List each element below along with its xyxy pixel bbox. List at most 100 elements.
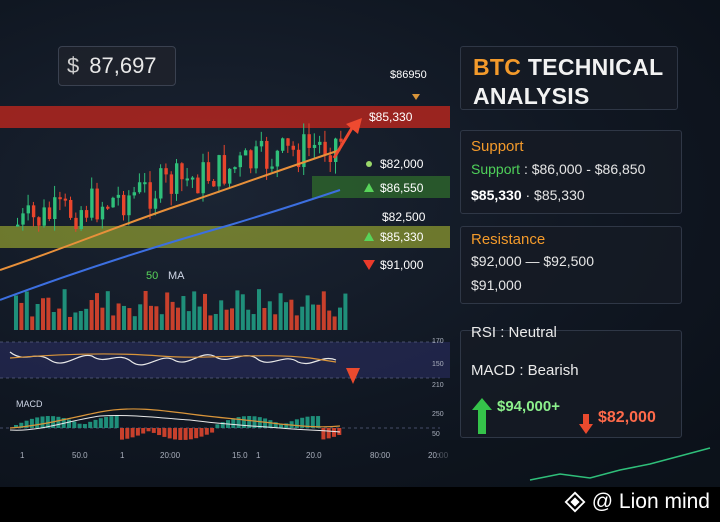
support-pair-value: · $85,330 [525, 187, 585, 203]
ma-label-value: 50 [146, 270, 159, 282]
macd-bar [188, 428, 193, 440]
candle-body [116, 194, 121, 198]
resistance-extra: $91,000 [471, 277, 522, 293]
volume-bar [240, 294, 245, 330]
macd-bar [215, 424, 220, 428]
macd-bar [231, 418, 236, 428]
volume-bars [14, 289, 348, 330]
volume-bar [116, 303, 121, 330]
candle-body [95, 188, 99, 220]
candle-body [79, 210, 83, 230]
candle-body [159, 168, 163, 199]
macd-bar [146, 428, 151, 432]
dot-level-label: $82,000 [380, 157, 424, 171]
macd-bar [77, 423, 82, 428]
macd-key: MACD [471, 362, 516, 379]
macd-bar [167, 428, 172, 439]
watermark: @ Lion mind [564, 490, 710, 514]
chart-frame: $ 87,697 $86950 $85,330 $82,000 $86,550 … [0, 0, 720, 487]
volume-bar [149, 305, 153, 330]
volume-bar [84, 308, 89, 330]
volume-bar [224, 309, 229, 330]
volume-bar [197, 306, 202, 330]
volume-bar [316, 304, 321, 330]
volume-bar [235, 290, 240, 330]
candle-body [249, 150, 253, 169]
macd-bar [56, 416, 61, 428]
axis-tick-right-2: 210 [432, 382, 444, 389]
candle-body [328, 155, 333, 162]
candle-body [222, 155, 227, 184]
macd-value: : Bearish [519, 362, 579, 379]
candle-body [243, 150, 248, 156]
macd-bar [40, 416, 45, 428]
candle-body [270, 166, 274, 169]
candle-body [180, 163, 184, 180]
candle-body [143, 182, 147, 185]
macd-bar [72, 421, 77, 428]
macd-bar [332, 428, 336, 437]
volume-bar [89, 300, 94, 330]
mini-chart-decoration [440, 440, 720, 487]
volume-bar [176, 307, 180, 330]
volume-bar [41, 298, 45, 330]
volume-bar [289, 299, 294, 330]
page-title-line-2: ANALYSIS [473, 83, 590, 109]
candle-body [217, 155, 221, 187]
volume-bar [19, 302, 24, 330]
resistance-range: $92,000 — $92,500 [471, 253, 594, 269]
macd-bar [199, 428, 204, 437]
axis-tick-right-3: 250 [432, 411, 444, 418]
candle-body [21, 213, 25, 225]
volume-bar [95, 293, 99, 330]
volume-bar [208, 315, 213, 330]
volume-bar [273, 314, 278, 330]
candle-body [318, 141, 322, 145]
volume-bar [14, 295, 18, 330]
macd-bar [326, 428, 331, 439]
candle-body [275, 150, 280, 167]
volume-bar [305, 295, 310, 330]
macd-row: MACD : Bearish [471, 362, 579, 379]
macd-bar [120, 428, 124, 440]
x-tick-6: 20.0 [306, 451, 322, 460]
red-level-label: $91,000 [380, 258, 424, 272]
volume-bar [294, 315, 299, 330]
candle-body [122, 194, 126, 216]
price-value: 87,697 [89, 53, 157, 78]
candle-body [233, 167, 237, 170]
macd-bar [82, 424, 87, 428]
red-level-marker [363, 260, 375, 270]
candle-body [312, 144, 317, 148]
volume-bar [311, 304, 315, 330]
volume-bar [122, 305, 126, 330]
up-arrow-icon [472, 398, 492, 434]
candle-body [228, 168, 232, 184]
macd-bar [104, 416, 109, 428]
volume-bar [300, 306, 305, 330]
volume-bar [192, 291, 197, 330]
macd-bar [130, 428, 135, 438]
volume-bar [267, 301, 272, 330]
macd-bar [35, 417, 40, 428]
price-symbol: $ [67, 53, 80, 78]
candle-body [307, 134, 311, 148]
volume-bar [68, 316, 72, 330]
volume-bar [327, 310, 332, 330]
support-range-value: : $86,000 - $86,850 [523, 161, 646, 177]
macd-bar [279, 424, 283, 428]
volume-bar [278, 293, 283, 330]
macd-bar [194, 428, 199, 439]
candle-body [127, 195, 131, 216]
macd-bar [88, 421, 93, 428]
axis-tick-right-0: 170 [432, 338, 444, 345]
candle-body [84, 210, 89, 218]
volume-bar [154, 306, 159, 330]
macd-bar [321, 428, 326, 440]
support-heading: Support [471, 138, 524, 155]
macd-bar [109, 416, 114, 428]
volume-bar [24, 291, 29, 330]
resistance-heading: Resistance [471, 231, 546, 248]
page-title-line-1: BTC TECHNICAL [473, 53, 665, 82]
target-up-value: $94,000+ [497, 398, 560, 415]
